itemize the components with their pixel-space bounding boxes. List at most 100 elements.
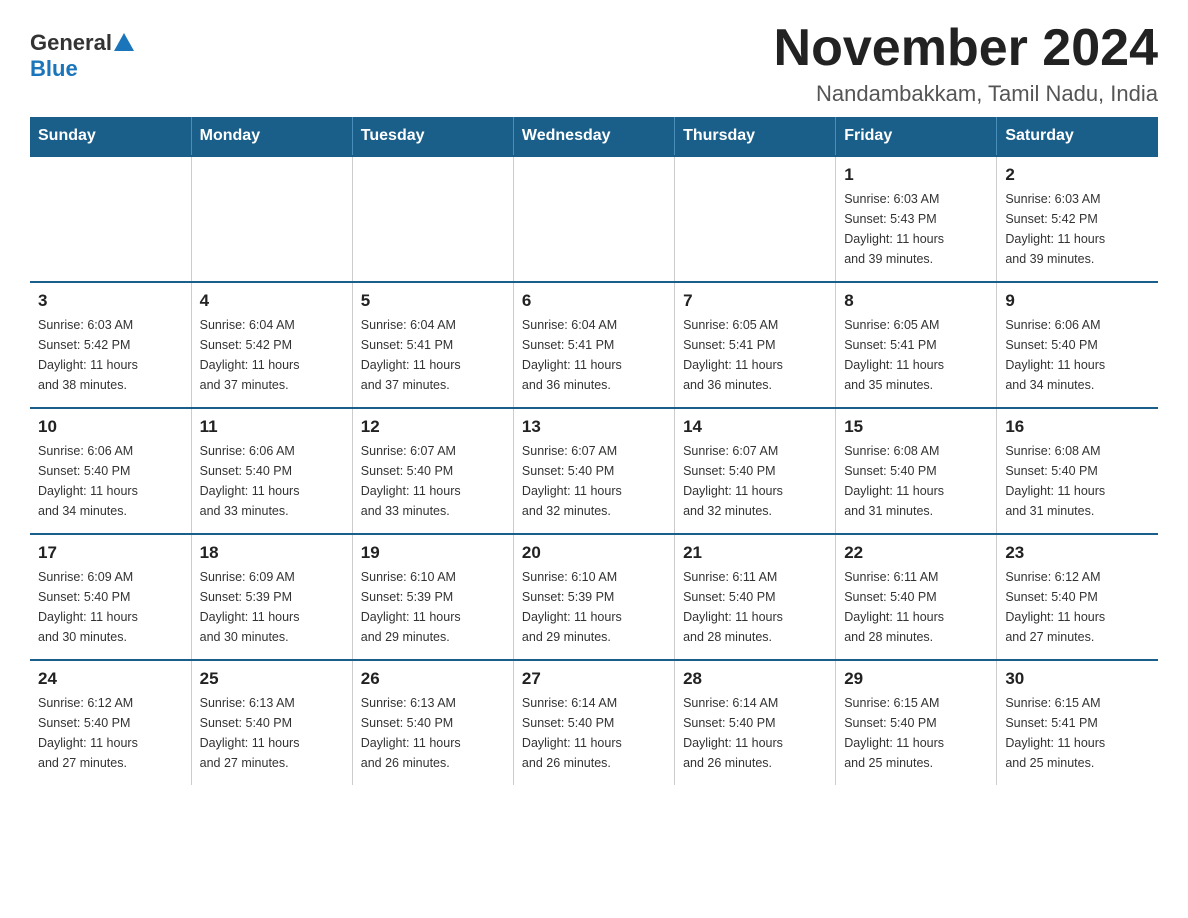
day-info: Sunrise: 6:07 AMSunset: 5:40 PMDaylight:… xyxy=(361,441,505,521)
day-number: 25 xyxy=(200,669,344,689)
week-row-1: 1Sunrise: 6:03 AMSunset: 5:43 PMDaylight… xyxy=(30,156,1158,282)
logo-blue: Blue xyxy=(30,56,78,82)
day-number: 12 xyxy=(361,417,505,437)
day-number: 27 xyxy=(522,669,666,689)
day-number: 14 xyxy=(683,417,827,437)
day-number: 17 xyxy=(38,543,183,563)
calendar-cell xyxy=(352,156,513,282)
day-number: 13 xyxy=(522,417,666,437)
calendar-cell: 9Sunrise: 6:06 AMSunset: 5:40 PMDaylight… xyxy=(997,282,1158,408)
day-number: 28 xyxy=(683,669,827,689)
day-info: Sunrise: 6:10 AMSunset: 5:39 PMDaylight:… xyxy=(361,567,505,647)
day-info: Sunrise: 6:12 AMSunset: 5:40 PMDaylight:… xyxy=(38,693,183,773)
calendar-cell: 8 Sunrise: 6:05 AMSunset: 5:41 PMDaylight… xyxy=(836,282,997,408)
day-number: 20 xyxy=(522,543,666,563)
calendar-cell: 22Sunrise: 6:11 AMSunset: 5:40 PMDayligh… xyxy=(836,534,997,660)
calendar-cell: 2 Sunrise: 6:03 AMSunset: 5:42 PMDaylight… xyxy=(997,156,1158,282)
day-info: Sunrise: 6:13 AMSunset: 5:40 PMDaylight:… xyxy=(200,693,344,773)
day-number: 9 xyxy=(1005,291,1150,311)
logo: General Blue xyxy=(30,30,134,82)
header-sunday: Sunday xyxy=(30,117,191,156)
calendar-cell: 5 Sunrise: 6:04 AMSunset: 5:41 PMDaylight… xyxy=(352,282,513,408)
calendar-cell: 20 Sunrise: 6:10 AMSunset: 5:39 PMDayligh… xyxy=(513,534,674,660)
day-number: 26 xyxy=(361,669,505,689)
day-info: Sunrise: 6:06 AMSunset: 5:40 PMDaylight:… xyxy=(38,441,183,521)
day-info: Sunrise: 6:03 AMSunset: 5:42 PMDaylight:… xyxy=(1005,189,1150,269)
calendar-cell xyxy=(191,156,352,282)
header-friday: Friday xyxy=(836,117,997,156)
day-number: 16 xyxy=(1005,417,1150,437)
day-number: 5 xyxy=(361,291,505,311)
day-number: 8 xyxy=(844,291,988,311)
day-info: Sunrise: 6:03 AMSunset: 5:42 PMDaylight:… xyxy=(38,315,183,395)
calendar-cell: 12 Sunrise: 6:07 AMSunset: 5:40 PMDayligh… xyxy=(352,408,513,534)
day-number: 30 xyxy=(1005,669,1150,689)
day-number: 10 xyxy=(38,417,183,437)
day-info: Sunrise: 6:14 AMSunset: 5:40 PMDaylight:… xyxy=(522,693,666,773)
day-number: 3 xyxy=(38,291,183,311)
header-tuesday: Tuesday xyxy=(352,117,513,156)
calendar-table: SundayMondayTuesdayWednesdayThursdayFrid… xyxy=(30,117,1158,785)
calendar-cell: 3 Sunrise: 6:03 AMSunset: 5:42 PMDaylight… xyxy=(30,282,191,408)
day-info: Sunrise: 6:13 AMSunset: 5:40 PMDaylight:… xyxy=(361,693,505,773)
day-info: Sunrise: 6:04 AMSunset: 5:41 PMDaylight:… xyxy=(361,315,505,395)
calendar-cell: 17Sunrise: 6:09 AMSunset: 5:40 PMDayligh… xyxy=(30,534,191,660)
day-info: Sunrise: 6:12 AMSunset: 5:40 PMDaylight:… xyxy=(1005,567,1150,647)
header-wednesday: Wednesday xyxy=(513,117,674,156)
week-row-2: 3 Sunrise: 6:03 AMSunset: 5:42 PMDaylight… xyxy=(30,282,1158,408)
day-number: 22 xyxy=(844,543,988,563)
calendar-cell: 24Sunrise: 6:12 AMSunset: 5:40 PMDayligh… xyxy=(30,660,191,785)
logo-triangle-icon xyxy=(114,33,134,51)
day-info: Sunrise: 6:04 AMSunset: 5:41 PMDaylight:… xyxy=(522,315,666,395)
calendar-cell xyxy=(30,156,191,282)
week-row-3: 10 Sunrise: 6:06 AMSunset: 5:40 PMDayligh… xyxy=(30,408,1158,534)
day-info: Sunrise: 6:07 AMSunset: 5:40 PMDaylight:… xyxy=(522,441,666,521)
calendar-cell xyxy=(513,156,674,282)
header-monday: Monday xyxy=(191,117,352,156)
calendar-cell: 29Sunrise: 6:15 AMSunset: 5:40 PMDayligh… xyxy=(836,660,997,785)
day-number: 29 xyxy=(844,669,988,689)
calendar-cell: 14 Sunrise: 6:07 AMSunset: 5:40 PMDayligh… xyxy=(675,408,836,534)
logo-general: General xyxy=(30,30,112,56)
calendar-cell: 21 Sunrise: 6:11 AMSunset: 5:40 PMDayligh… xyxy=(675,534,836,660)
calendar-header-row: SundayMondayTuesdayWednesdayThursdayFrid… xyxy=(30,117,1158,156)
location-title: Nandambakkam, Tamil Nadu, India xyxy=(774,81,1158,107)
week-row-5: 24Sunrise: 6:12 AMSunset: 5:40 PMDayligh… xyxy=(30,660,1158,785)
month-title: November 2024 xyxy=(774,20,1158,77)
day-info: Sunrise: 6:04 AMSunset: 5:42 PMDaylight:… xyxy=(200,315,344,395)
calendar-cell: 1Sunrise: 6:03 AMSunset: 5:43 PMDaylight… xyxy=(836,156,997,282)
calendar-cell: 6 Sunrise: 6:04 AMSunset: 5:41 PMDaylight… xyxy=(513,282,674,408)
day-number: 2 xyxy=(1005,165,1150,185)
day-info: Sunrise: 6:09 AMSunset: 5:39 PMDaylight:… xyxy=(200,567,344,647)
calendar-cell: 26 Sunrise: 6:13 AMSunset: 5:40 PMDayligh… xyxy=(352,660,513,785)
day-info: Sunrise: 6:03 AMSunset: 5:43 PMDaylight:… xyxy=(844,189,988,269)
day-info: Sunrise: 6:05 AMSunset: 5:41 PMDaylight:… xyxy=(844,315,988,395)
day-info: Sunrise: 6:08 AMSunset: 5:40 PMDaylight:… xyxy=(1005,441,1150,521)
calendar-cell: 25 Sunrise: 6:13 AMSunset: 5:40 PMDayligh… xyxy=(191,660,352,785)
calendar-cell xyxy=(675,156,836,282)
day-info: Sunrise: 6:14 AMSunset: 5:40 PMDaylight:… xyxy=(683,693,827,773)
day-info: Sunrise: 6:07 AMSunset: 5:40 PMDaylight:… xyxy=(683,441,827,521)
calendar-cell: 13 Sunrise: 6:07 AMSunset: 5:40 PMDayligh… xyxy=(513,408,674,534)
day-number: 21 xyxy=(683,543,827,563)
calendar-cell: 7 Sunrise: 6:05 AMSunset: 5:41 PMDaylight… xyxy=(675,282,836,408)
page-header: General Blue November 2024 Nandambakkam,… xyxy=(30,20,1158,107)
day-number: 4 xyxy=(200,291,344,311)
day-info: Sunrise: 6:11 AMSunset: 5:40 PMDaylight:… xyxy=(683,567,827,647)
day-info: Sunrise: 6:08 AMSunset: 5:40 PMDaylight:… xyxy=(844,441,988,521)
title-block: November 2024 Nandambakkam, Tamil Nadu, … xyxy=(774,20,1158,107)
calendar-cell: 27 Sunrise: 6:14 AMSunset: 5:40 PMDayligh… xyxy=(513,660,674,785)
calendar-cell: 30 Sunrise: 6:15 AMSunset: 5:41 PMDayligh… xyxy=(997,660,1158,785)
day-info: Sunrise: 6:05 AMSunset: 5:41 PMDaylight:… xyxy=(683,315,827,395)
day-info: Sunrise: 6:15 AMSunset: 5:41 PMDaylight:… xyxy=(1005,693,1150,773)
day-number: 23 xyxy=(1005,543,1150,563)
day-number: 7 xyxy=(683,291,827,311)
day-info: Sunrise: 6:06 AMSunset: 5:40 PMDaylight:… xyxy=(200,441,344,521)
calendar-cell: 15Sunrise: 6:08 AMSunset: 5:40 PMDayligh… xyxy=(836,408,997,534)
day-info: Sunrise: 6:10 AMSunset: 5:39 PMDaylight:… xyxy=(522,567,666,647)
day-number: 11 xyxy=(200,417,344,437)
day-number: 18 xyxy=(200,543,344,563)
calendar-cell: 23 Sunrise: 6:12 AMSunset: 5:40 PMDayligh… xyxy=(997,534,1158,660)
day-number: 6 xyxy=(522,291,666,311)
header-thursday: Thursday xyxy=(675,117,836,156)
